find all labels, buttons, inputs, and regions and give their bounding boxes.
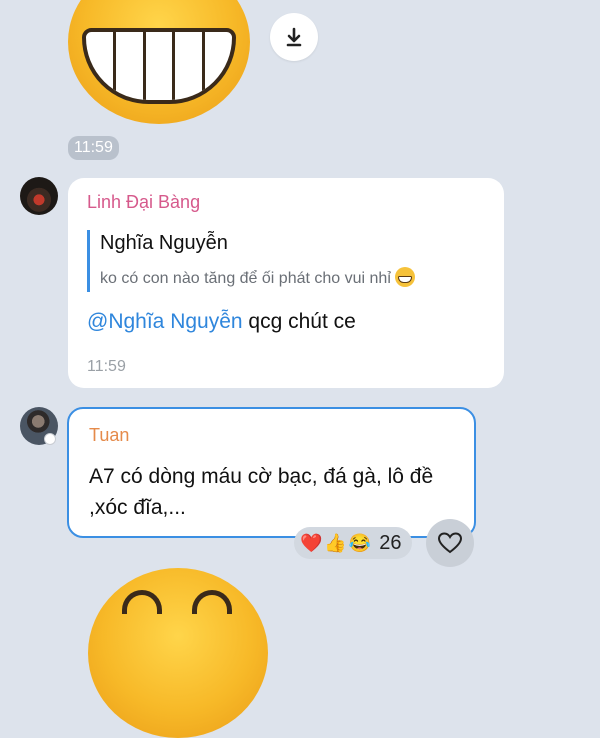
- thumbs-up-reaction-icon: 👍: [324, 533, 347, 553]
- heart-reaction-icon: ❤️: [300, 533, 323, 553]
- avatar-linh[interactable]: [20, 177, 58, 215]
- sticker-timestamp: 11:59: [68, 136, 119, 160]
- mention-link[interactable]: @Nghĩa Nguyễn: [87, 310, 243, 333]
- sender-name[interactable]: Linh Đại Bàng: [87, 192, 200, 213]
- reply-text: ko có con nào tăng để ối phát cho vui nh…: [100, 267, 487, 288]
- download-button[interactable]: [270, 13, 318, 61]
- react-heart-button[interactable]: [426, 519, 474, 567]
- message-bubble[interactable]: Linh Đại Bàng Nghĩa Nguyễn ko có con nào…: [68, 178, 504, 388]
- sender-name[interactable]: Tuan: [89, 425, 129, 446]
- grinning-face-sticker[interactable]: [68, 0, 250, 124]
- grinning-face-icon: [394, 267, 415, 287]
- laughing-reaction-icon: 😂: [348, 533, 372, 553]
- reaction-summary[interactable]: ❤️ 👍 😂 26: [294, 527, 412, 559]
- message-bubble-selected[interactable]: Tuan A7 có dòng máu cờ bạc, đá gà, lô đề…: [67, 407, 476, 538]
- reply-quote[interactable]: Nghĩa Nguyễn ko có con nào tăng để ối ph…: [87, 230, 487, 292]
- message-text: @Nghĩa Nguyễn qcg chút ce: [87, 310, 356, 334]
- grinning-face-sticker[interactable]: [88, 568, 268, 738]
- message-text: A7 có dòng máu cờ bạc, đá gà, lô đề ,xóc…: [89, 465, 434, 519]
- avatar-badge-icon: [44, 433, 56, 445]
- message-timestamp: 11:59: [87, 358, 126, 375]
- download-icon: [286, 27, 302, 47]
- heart-outline-icon: [437, 532, 463, 554]
- reaction-count: 26: [379, 531, 402, 554]
- reply-author: Nghĩa Nguyễn: [100, 232, 228, 254]
- message-body: qcg chút ce: [242, 310, 356, 333]
- reply-text-content: ko có con nào tăng để ối phát cho vui nh…: [100, 270, 391, 287]
